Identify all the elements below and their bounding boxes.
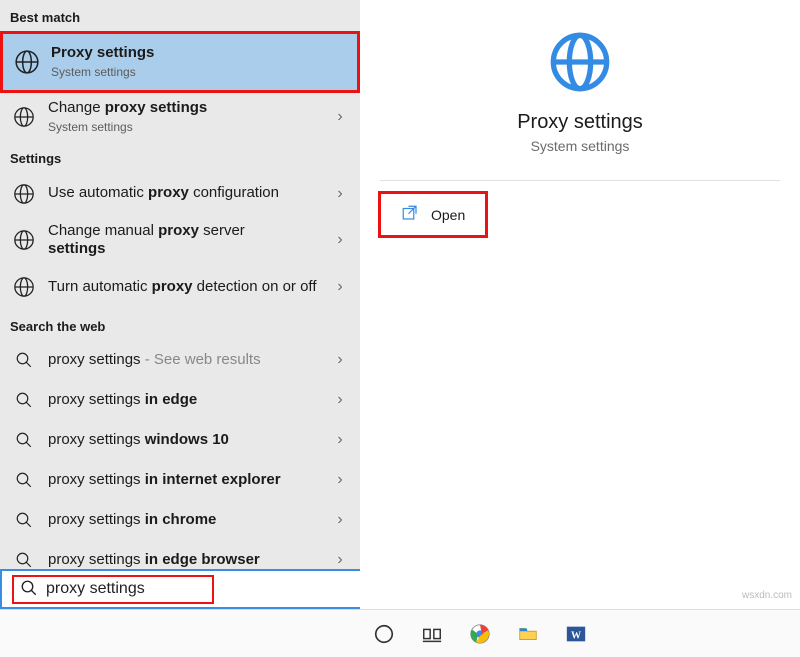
search-icon [10,391,38,409]
task-view-icon[interactable] [418,620,446,648]
result-title: proxy settings - See web results [48,351,320,370]
result-web-3[interactable]: proxy settings in internet explorer › [0,460,360,500]
search-input[interactable] [46,580,206,598]
detail-subtitle: System settings [531,138,630,154]
chevron-right-icon: › [330,185,350,203]
result-title: Proxy settings [51,44,347,63]
chevron-right-icon: › [330,108,350,126]
chevron-right-icon: › [330,231,350,249]
chevron-right-icon: › [330,351,350,369]
search-icon [10,551,38,569]
result-title: proxy settings in internet explorer [48,471,320,490]
chevron-right-icon: › [330,391,350,409]
result-settings-auto-config[interactable]: Use automatic proxy configuration › [0,172,360,216]
result-title: Turn automatic proxy detection on or off [48,278,320,297]
detail-title: Proxy settings [517,111,643,134]
search-bar[interactable] [0,569,360,609]
search-icon [10,511,38,529]
section-header-settings: Settings [0,141,360,172]
result-web-2[interactable]: proxy settings windows 10 › [0,420,360,460]
chevron-right-icon: › [330,278,350,296]
chevron-right-icon: › [330,511,350,529]
detail-panel: Proxy settings System settings Open [360,0,800,609]
result-title: proxy settings windows 10 [48,431,320,450]
result-web-1[interactable]: proxy settings in edge › [0,380,360,420]
result-title: Change proxy settings [48,99,320,118]
result-title: proxy settings in chrome [48,511,320,530]
globe-icon [10,106,38,128]
word-icon[interactable]: W [562,620,590,648]
result-title: Change manual proxy server settings [48,222,320,260]
open-button[interactable]: Open [378,191,488,238]
chevron-right-icon: › [330,551,350,569]
svg-text:W: W [571,630,581,641]
cortana-icon[interactable] [370,620,398,648]
globe-icon [10,229,38,251]
result-title: proxy settings in edge [48,391,320,410]
search-icon [10,471,38,489]
taskbar: W [0,609,800,657]
open-label: Open [431,207,465,223]
chevron-right-icon: › [330,431,350,449]
result-settings-auto-detection[interactable]: Turn automatic proxy detection on or off… [0,265,360,309]
file-explorer-icon[interactable] [514,620,542,648]
divider [380,180,780,181]
globe-icon [10,183,38,205]
section-header-best-match: Best match [0,0,360,31]
result-best-match[interactable]: Proxy settings System settings [0,31,360,93]
chrome-icon[interactable] [466,620,494,648]
result-change-proxy-settings[interactable]: Change proxy settings System settings › [0,93,360,141]
open-icon [401,204,419,225]
watermark: wsxdn.com [742,590,792,601]
globe-icon [13,49,41,75]
result-subtitle: System settings [48,120,320,135]
globe-icon [548,30,612,97]
result-web-4[interactable]: proxy settings in chrome › [0,500,360,540]
section-header-web: Search the web [0,309,360,340]
search-results-panel: Best match Proxy settings System setting… [0,0,360,609]
search-icon [10,431,38,449]
result-web-0[interactable]: proxy settings - See web results › [0,340,360,380]
result-subtitle: System settings [51,65,347,80]
chevron-right-icon: › [330,471,350,489]
search-icon [20,579,38,600]
result-title: proxy settings in edge browser [48,551,320,570]
result-title: Use automatic proxy configuration [48,184,320,203]
globe-icon [10,276,38,298]
result-settings-manual-proxy[interactable]: Change manual proxy server settings › [0,216,360,266]
search-icon [10,351,38,369]
